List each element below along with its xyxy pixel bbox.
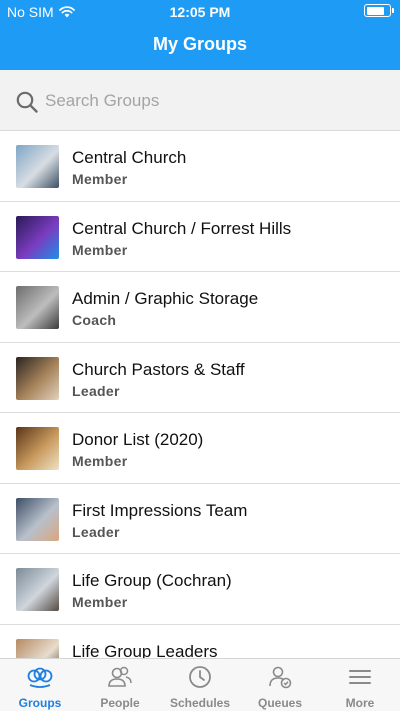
- queue-person-icon: [267, 665, 293, 689]
- battery-icon: [364, 4, 394, 17]
- group-role: Member: [72, 453, 128, 469]
- groups-icon: [27, 665, 53, 689]
- group-thumbnail: [16, 356, 59, 400]
- search-icon: [16, 91, 38, 113]
- group-thumbnail: [16, 638, 59, 658]
- group-name: First Impressions Team: [72, 500, 248, 520]
- tab-people[interactable]: People: [80, 659, 160, 711]
- group-row[interactable]: First Impressions Team Leader: [0, 484, 400, 554]
- clock-icon: [187, 665, 213, 689]
- search-input[interactable]: [45, 84, 385, 118]
- group-role: Leader: [72, 523, 120, 540]
- tab-more[interactable]: More: [320, 659, 400, 711]
- group-row[interactable]: Central Church Member: [0, 131, 400, 202]
- group-row[interactable]: Church Pastors & Staff Leader: [0, 343, 400, 413]
- battery-fill: [366, 6, 385, 15]
- menu-icon: [347, 665, 373, 689]
- group-role: Coach: [72, 312, 117, 328]
- status-time: 12:05 PM: [169, 4, 231, 20]
- tab-groups[interactable]: Groups: [0, 659, 80, 711]
- tab-bar: Groups People Schedules Queues More: [0, 658, 400, 711]
- app-header: No SIM 12:05 PM My Groups: [0, 0, 400, 70]
- group-row[interactable]: Life Group Leaders: [0, 625, 400, 659]
- group-thumbnail: [16, 145, 59, 188]
- group-thumbnail: [16, 427, 59, 470]
- tab-label: More: [345, 696, 375, 710]
- search-bar: [0, 70, 400, 131]
- group-name: Life Group (Cochran): [72, 571, 232, 590]
- tab-label: People: [100, 696, 140, 710]
- group-name: Admin / Graphic Storage: [72, 289, 259, 308]
- group-name: Donor List (2020): [72, 430, 204, 449]
- people-icon: [107, 665, 133, 689]
- group-role: Member: [72, 594, 128, 610]
- tab-queues[interactable]: Queues: [240, 659, 320, 711]
- group-thumbnail: [16, 497, 59, 541]
- group-row[interactable]: Donor List (2020) Member: [0, 413, 400, 484]
- group-role: Leader: [72, 382, 120, 399]
- group-list: Central Church Member Central Church / For…: [0, 131, 400, 658]
- group-role: Member: [72, 171, 128, 187]
- group-name: Life Group Leaders: [72, 641, 218, 659]
- group-name: Church Pastors & Staff: [72, 359, 245, 379]
- tab-label: Queues: [257, 696, 302, 710]
- group-thumbnail: [16, 215, 59, 259]
- group-role: Member: [72, 241, 128, 258]
- group-row[interactable]: Admin / Graphic Storage Coach: [0, 272, 400, 343]
- tab-label: Schedules: [169, 696, 231, 710]
- tab-schedules[interactable]: Schedules: [160, 659, 240, 711]
- group-name: Central Church: [72, 148, 187, 167]
- page-title: My Groups: [152, 34, 247, 54]
- group-thumbnail: [16, 286, 59, 329]
- group-row[interactable]: Life Group (Cochran) Member: [0, 554, 400, 625]
- group-name: Central Church / Forrest Hills: [72, 218, 292, 238]
- status-bar: No SIM 12:05 PM: [0, 0, 400, 24]
- tab-label: Groups: [18, 696, 62, 710]
- group-thumbnail: [16, 568, 59, 611]
- group-row[interactable]: Central Church / Forrest Hills Member: [0, 202, 400, 272]
